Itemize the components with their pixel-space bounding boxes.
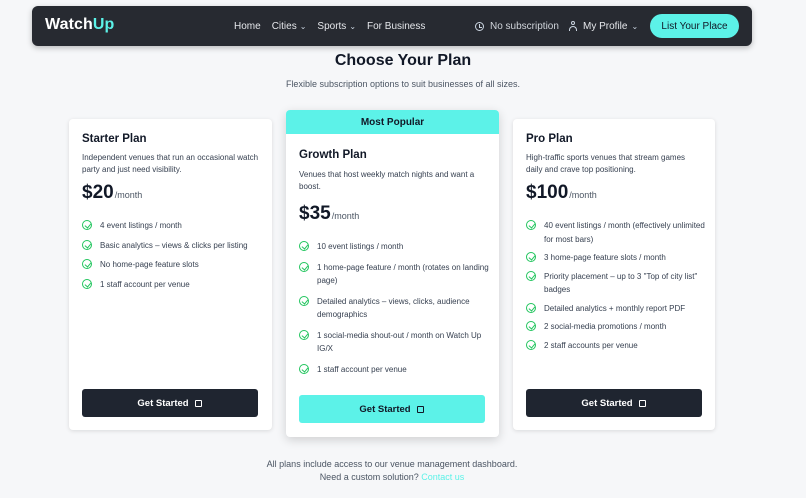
chevron-down-icon: ⌄	[349, 21, 357, 31]
footer-custom-solution: Need a custom solution? Contact us	[0, 472, 784, 482]
list-item: 10 event listings / month	[299, 240, 489, 254]
page-title: Choose Your Plan	[334, 52, 472, 69]
logo[interactable]: WatchUp	[45, 16, 114, 34]
plan-price: $20 /month	[82, 182, 142, 204]
button-label: Get Started	[137, 397, 189, 409]
most-popular-badge: Most Popular	[286, 110, 499, 134]
get-started-button-starter[interactable]: Get Started	[82, 389, 258, 417]
plan-name: Pro Plan	[526, 133, 573, 145]
contact-us-link[interactable]: Contact us	[421, 472, 464, 482]
chevron-down-icon: ⌄	[299, 21, 307, 31]
logo-accent-text: Up	[92, 16, 115, 33]
price-amount: $100	[526, 182, 569, 203]
plan-description: High-traffic sports venues that stream g…	[526, 153, 686, 174]
feature-list: 40 event listings / month (effectively u…	[526, 219, 706, 352]
check-circle-icon	[82, 259, 92, 269]
nav-link-for-business[interactable]: For Business	[367, 21, 425, 32]
list-item: 4 event listings / month	[82, 219, 262, 233]
logo-text: Watch	[45, 16, 93, 33]
list-item: Detailed analytics – views, clicks, audi…	[299, 295, 489, 322]
check-circle-icon	[526, 302, 536, 313]
nav-link-label: Cities	[271, 20, 297, 32]
check-circle-icon	[299, 295, 309, 306]
list-item: Detailed analytics + monthly report PDF	[526, 302, 706, 316]
check-circle-icon	[526, 252, 536, 262]
button-label: Get Started	[581, 397, 633, 409]
plan-card-starter: Starter Plan Independent venues that run…	[69, 119, 272, 430]
plan-description: Independent venues that run an occasiona…	[82, 153, 259, 174]
list-your-place-button[interactable]: List Your Place	[650, 14, 739, 38]
get-started-button-growth[interactable]: Get Started	[299, 395, 485, 423]
price-period: /month	[114, 190, 143, 200]
list-item: No home-page feature slots	[82, 258, 262, 272]
nav-links: Home Cities ⌄ Sports ⌄ For Business	[234, 6, 436, 46]
price-amount: $20	[82, 182, 114, 203]
chevron-down-icon: ⌄	[631, 21, 639, 31]
check-circle-icon	[526, 321, 536, 331]
list-item: 2 staff accounts per venue	[526, 339, 706, 353]
plan-card-growth: Most Popular Growth Plan Venues that hos…	[286, 110, 499, 437]
feature-list: 10 event listings / month 1 home-page fe…	[299, 240, 489, 376]
check-circle-icon	[299, 261, 309, 272]
list-item: 3 home-page feature slots / month	[526, 251, 706, 265]
user-icon	[568, 21, 578, 31]
nav-link-label: Sports	[317, 20, 347, 32]
list-item: 1 staff account per venue	[299, 363, 489, 377]
profile-menu[interactable]: My Profile ⌄	[568, 6, 638, 46]
price-period: /month	[331, 211, 360, 221]
list-item: Basic analytics – views & clicks per lis…	[82, 239, 262, 253]
button-label: Get Started	[359, 403, 411, 415]
list-item: 1 staff account per venue	[82, 278, 262, 292]
plan-price: $35 /month	[299, 203, 359, 225]
nav-link-label: Home	[234, 20, 261, 32]
check-circle-icon	[299, 363, 309, 374]
list-item: Priority placement – up to 3 "Top of cit…	[526, 270, 706, 297]
plan-card-pro: Pro Plan High-traffic sports venues that…	[513, 119, 715, 430]
external-link-icon	[194, 399, 203, 407]
list-item: 1 home-page feature / month (rotates on …	[299, 261, 489, 288]
page-subtitle: Flexible subscription options to suit bu…	[285, 79, 521, 89]
check-circle-icon	[526, 339, 536, 350]
check-circle-icon	[82, 220, 92, 230]
profile-label: My Profile	[583, 20, 628, 32]
subscription-label: No subscription	[490, 20, 559, 32]
check-circle-icon	[526, 220, 536, 230]
plan-price: $100 /month	[526, 182, 597, 204]
top-navbar: WatchUp Home Cities ⌄ Sports ⌄ For Busines…	[32, 6, 752, 46]
plan-name: Growth Plan	[299, 149, 367, 161]
list-item: 2 social-media promotions / month	[526, 320, 706, 334]
feature-list: 4 event listings / month Basic analytics…	[82, 219, 262, 291]
check-circle-icon	[526, 270, 536, 281]
get-started-button-pro[interactable]: Get Started	[526, 389, 702, 417]
footer-note: All plans include access to our venue ma…	[266, 459, 518, 469]
external-link-icon	[416, 405, 425, 413]
check-circle-icon	[299, 241, 309, 251]
list-item: 1 social-media shout-out / month on Watc…	[299, 329, 489, 356]
plan-description: Venues that host weekly match nights and…	[299, 170, 475, 191]
nav-link-home[interactable]: Home	[234, 21, 261, 32]
footer-question: Need a custom solution?	[319, 472, 419, 482]
list-item: 40 event listings / month (effectively u…	[526, 219, 706, 246]
check-circle-icon	[82, 239, 92, 250]
check-circle-icon	[299, 329, 309, 340]
clock-icon	[475, 21, 484, 31]
nav-link-sports[interactable]: Sports ⌄	[317, 21, 356, 32]
subscription-status[interactable]: No subscription	[475, 6, 559, 46]
check-circle-icon	[82, 278, 92, 289]
nav-link-cities[interactable]: Cities ⌄	[272, 21, 307, 32]
plan-name: Starter Plan	[82, 133, 147, 145]
price-period: /month	[569, 190, 597, 200]
nav-link-label: For Business	[367, 20, 426, 32]
price-amount: $35	[299, 203, 331, 224]
external-link-icon	[638, 399, 647, 407]
